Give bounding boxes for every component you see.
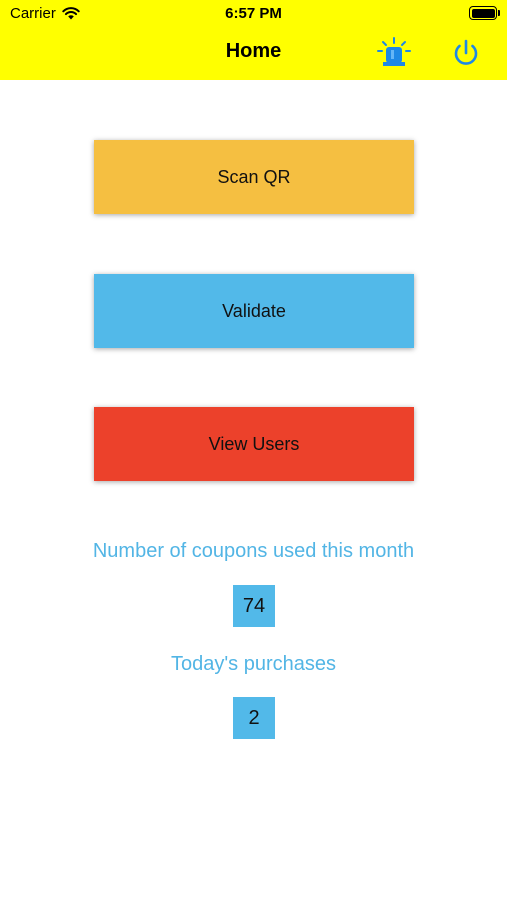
alarm-siren-icon[interactable] <box>377 36 411 70</box>
battery-icon <box>469 6 500 20</box>
todays-purchases-value: 2 <box>233 697 275 739</box>
view-users-button[interactable]: View Users <box>94 407 414 481</box>
status-time: 6:57 PM <box>225 5 282 22</box>
power-icon[interactable] <box>449 36 483 70</box>
coupons-used-label: Number of coupons used this month <box>92 540 415 562</box>
navigation-header: Carrier 6:57 PM Home <box>0 0 507 80</box>
todays-purchases-label: Today's purchases <box>170 653 337 675</box>
coupons-used-value: 74 <box>233 585 275 627</box>
scan-qr-button[interactable]: Scan QR <box>94 140 414 214</box>
validate-button[interactable]: Validate <box>94 274 414 348</box>
status-bar: Carrier 6:57 PM <box>0 0 507 28</box>
page-title: Home <box>225 40 282 62</box>
